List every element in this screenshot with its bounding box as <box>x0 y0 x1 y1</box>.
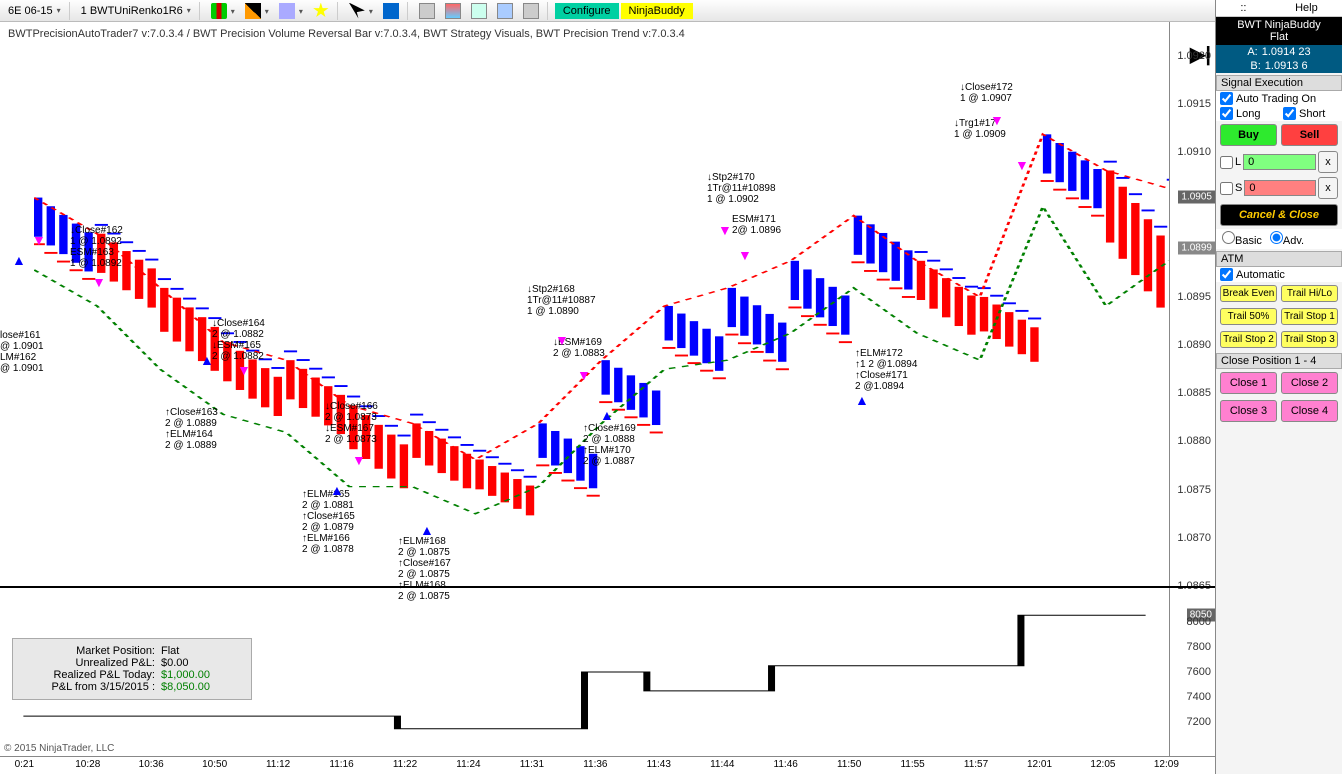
signal-arrow-13: ▲ <box>855 392 869 408</box>
annotation-elm165: ↑ELM#165 2 @ 1.0881 ↑Close#165 2 @ 1.087… <box>302 489 355 555</box>
annotation-elm172: ↑ELM#172 ↑1 2 @1.0894 ↑Close#171 2 @1.08… <box>855 348 917 392</box>
series-dropdown[interactable]: 1 BWTUniRenko1R6 <box>77 4 195 18</box>
rpnl-value: $1,000.00 <box>161 669 210 681</box>
close-2-button[interactable]: Close 2 <box>1281 372 1338 394</box>
short-qty-label: S <box>1235 182 1242 194</box>
pencil-icon[interactable] <box>241 2 273 20</box>
adv-radio[interactable]: Adv. <box>1270 231 1304 247</box>
long-qty-field[interactable]: 0 <box>1243 154 1316 170</box>
price-chart[interactable]: BWTPrecisionAutoTrader7 v:7.0.3.4 / BWT … <box>0 22 1215 586</box>
signal-arrow-2: ▼ <box>92 274 106 290</box>
equity-panel[interactable]: Market Position:Flat Unrealized P&L:$0.0… <box>0 586 1215 756</box>
tpnl-value: $8,050.00 <box>161 681 210 693</box>
long-qty-check[interactable] <box>1220 156 1233 169</box>
signal-arrow-0: ▲ <box>12 252 26 268</box>
price-y-axis: 1.09201.09151.09101.09051.09001.08951.08… <box>1169 22 1215 586</box>
signal-arrow-4: ▼ <box>237 362 251 378</box>
trail-50-button[interactable]: Trail 50% <box>1220 308 1277 325</box>
candle-style-icon[interactable] <box>207 2 239 20</box>
panel2-icon[interactable] <box>441 2 465 20</box>
long-clear-button[interactable]: x <box>1318 151 1338 173</box>
copyright: © 2015 NinjaTrader, LLC <box>4 743 114 754</box>
annotation-stp168: ↓Stp2#168 1Tr@11#10887 1 @ 1.0890 <box>527 284 596 317</box>
star-icon[interactable] <box>309 2 333 20</box>
long-checkbox[interactable]: Long <box>1216 106 1279 121</box>
pnl-box: Market Position:Flat Unrealized P&L:$0.0… <box>12 638 252 700</box>
main-column: 6E 06-15 1 BWTUniRenko1R6 Configure Ninj… <box>0 0 1216 774</box>
signal-arrow-9: ▼ <box>577 367 591 383</box>
wand-icon[interactable] <box>275 2 307 20</box>
short-checkbox[interactable]: Short <box>1279 106 1342 121</box>
panel1-icon[interactable] <box>415 2 439 20</box>
panel-title: BWT NinjaBuddy Flat <box>1216 17 1342 45</box>
basic-radio[interactable]: Basic <box>1222 231 1262 247</box>
chart-plot[interactable]: lose#161 @ 1.0901 LM#162 @ 1.0901 ↓Close#… <box>0 22 1169 586</box>
annotation-lose161: lose#161 @ 1.0901 LM#162 @ 1.0901 <box>0 330 44 374</box>
trail-hilo-button[interactable]: Trail Hi/Lo <box>1281 285 1338 302</box>
instrument-dropdown[interactable]: 6E 06-15 <box>4 4 65 18</box>
sell-button[interactable]: Sell <box>1281 124 1338 146</box>
signal-arrow-6: ▼ <box>352 452 366 468</box>
signal-arrow-1: ▼ <box>32 232 46 248</box>
annotation-close163: ↑Close#163 2 @ 1.0889 ↑ELM#164 2 @ 1.088… <box>165 407 218 451</box>
trail-stop3-button[interactable]: Trail Stop 3 <box>1281 331 1338 348</box>
close-pos-header: Close Position 1 - 4 <box>1216 353 1342 369</box>
buy-button[interactable]: Buy <box>1220 124 1277 146</box>
annotation-esm171: ESM#171 2@ 1.0896 <box>732 214 781 236</box>
ninjabuddy-button[interactable]: NinjaBuddy <box>621 3 693 19</box>
signal-arrow-7: ▲ <box>420 522 434 538</box>
rpnl-label: Realized P&L Today: <box>21 669 161 681</box>
help-link[interactable]: Help <box>1295 2 1318 14</box>
signal-arrow-3: ▲ <box>200 352 214 368</box>
equity-y-axis: 805080007800760074007200 <box>1169 588 1215 756</box>
ninjabuddy-panel: :: Help BWT NinjaBuddy Flat A:1.0914 23 … <box>1216 0 1342 774</box>
signal-arrow-8: ▼ <box>555 332 569 348</box>
signal-arrow-15: ▼ <box>1015 157 1029 173</box>
signal-arrow-10: ▲ <box>600 407 614 423</box>
bid-quote: B:1.0913 6 <box>1216 59 1342 73</box>
annotation-stp170: ↓Stp2#170 1Tr@11#10898 1 @ 1.0902 <box>707 172 776 205</box>
mp-value: Flat <box>161 645 179 657</box>
auto-trading-checkbox[interactable]: Auto Trading On <box>1216 91 1342 106</box>
annotation-close164: ↓Close#164 2 @ 1.0882 ↓ESM#165 2 @ 1.088… <box>212 318 265 362</box>
ask-quote: A:1.0914 23 <box>1216 45 1342 59</box>
short-qty-check[interactable] <box>1220 182 1233 195</box>
short-clear-button[interactable]: x <box>1318 177 1338 199</box>
trail-stop2-button[interactable]: Trail Stop 2 <box>1220 331 1277 348</box>
annotation-close169: ↑Close#169 2 @ 1.0888 ↑ELM#170 2 @ 1.088… <box>583 423 636 467</box>
trail-stop1-button[interactable]: Trail Stop 1 <box>1281 308 1338 325</box>
signal-arrow-5: ▲ <box>330 482 344 498</box>
configure-button[interactable]: Configure <box>555 3 619 19</box>
close-4-button[interactable]: Close 4 <box>1281 400 1338 422</box>
atm-header: ATM <box>1216 251 1342 267</box>
automatic-checkbox[interactable]: Automatic <box>1216 267 1342 282</box>
time-axis: 0:2110:2810:3610:5011:1211:1611:2211:241… <box>0 756 1215 774</box>
cancel-close-button[interactable]: Cancel & Close <box>1220 204 1338 226</box>
annotation-close162: ↓Close#162 1 @ 1.0892 ESM#163 1 @ 1.0892 <box>70 225 123 269</box>
tplnl-label: P&L from 3/15/2015 : <box>21 681 161 693</box>
toolbar: 6E 06-15 1 BWTUniRenko1R6 Configure Ninj… <box>0 0 1215 22</box>
close-1-button[interactable]: Close 1 <box>1220 372 1277 394</box>
zoom-icon[interactable] <box>379 2 403 20</box>
panel-menu-icon[interactable]: :: <box>1240 2 1246 14</box>
signal-arrow-14: ▼ <box>990 112 1004 128</box>
long-qty-label: L <box>1235 156 1241 168</box>
annotation-close166: ↓Close#166 2 @ 1.0873 ↓ESM#167 2 @ 1.087… <box>325 401 378 445</box>
upnl-label: Unrealized P&L: <box>21 657 161 669</box>
signal-arrow-11: ▼ <box>718 222 732 238</box>
pointer-icon[interactable] <box>345 2 377 20</box>
panel4-icon[interactable] <box>493 2 517 20</box>
annotation-close172: ↓Close#172 1 @ 1.0907 <box>960 82 1013 104</box>
break-even-button[interactable]: Break Even <box>1220 285 1277 302</box>
mp-label: Market Position: <box>21 645 161 657</box>
short-qty-field[interactable]: 0 <box>1244 180 1316 196</box>
upnl-value: $0.00 <box>161 657 189 669</box>
equity-plot[interactable]: Market Position:Flat Unrealized P&L:$0.0… <box>0 588 1169 756</box>
close-3-button[interactable]: Close 3 <box>1220 400 1277 422</box>
signal-arrow-12: ▼ <box>738 247 752 263</box>
signal-exec-header: Signal Execution <box>1216 75 1342 91</box>
panel5-icon[interactable] <box>519 2 543 20</box>
panel3-icon[interactable] <box>467 2 491 20</box>
